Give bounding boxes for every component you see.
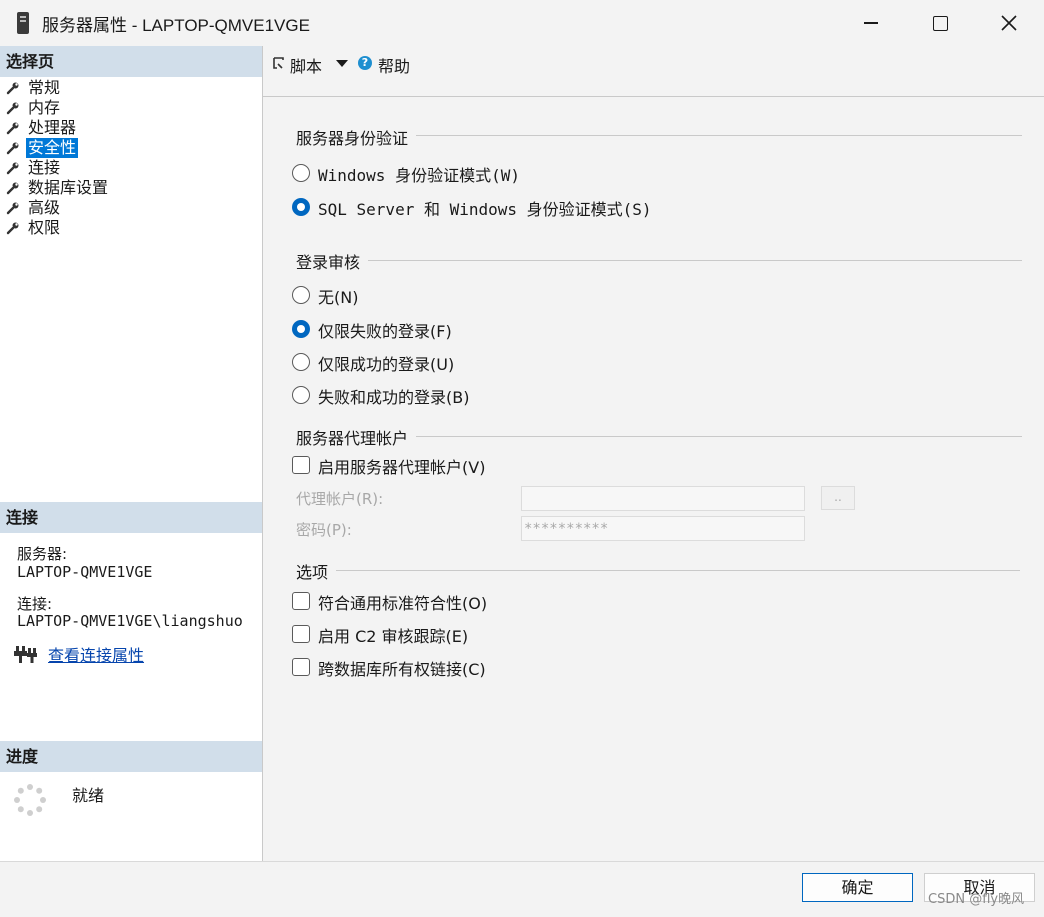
enable-proxy-checkbox[interactable] <box>292 456 310 474</box>
wrench-icon <box>6 162 19 175</box>
audit-failed-label[interactable]: 仅限失败的登录(F) <box>318 318 452 342</box>
server-value: LAPTOP-QMVE1VGE <box>17 563 153 581</box>
connection-value: LAPTOP-QMVE1VGE\liangshuo <box>17 612 243 630</box>
proxy-group-title: 服务器代理帐户 <box>296 425 417 449</box>
options-group-title: 选项 <box>296 559 337 583</box>
spinner-icon <box>14 784 46 816</box>
progress-status: 就绪 <box>72 786 105 805</box>
wrench-icon <box>6 202 19 215</box>
view-connection-properties-link[interactable]: 查看连接属性 <box>48 642 144 666</box>
server-label: 服务器: <box>17 545 68 563</box>
minimize-button[interactable] <box>836 0 906 46</box>
chevron-down-icon[interactable] <box>336 60 348 67</box>
mixed-auth-label[interactable]: SQL Server 和 Windows 身份验证模式(S) <box>318 196 652 220</box>
page-item-security[interactable]: 安全性 <box>6 138 79 158</box>
help-icon[interactable]: ? <box>358 56 372 70</box>
page-label: 内存 <box>28 98 61 117</box>
page-item-general[interactable]: 常规 <box>6 78 62 98</box>
minimize-icon <box>864 22 878 24</box>
wrench-icon <box>6 142 19 155</box>
page-label: 连接 <box>28 158 61 177</box>
connection-label: 连接: <box>17 595 53 613</box>
audit-both-radio[interactable] <box>292 386 310 404</box>
page-label: 处理器 <box>28 118 77 137</box>
audit-none-label[interactable]: 无(N) <box>318 284 358 308</box>
help-button[interactable]: 帮助 <box>378 53 410 77</box>
wrench-icon <box>6 82 19 95</box>
page-item-connections[interactable]: 连接 <box>6 158 62 178</box>
page-label: 安全性 <box>26 138 79 158</box>
audit-none-radio[interactable] <box>292 286 310 304</box>
progress-header: 进度 <box>0 741 262 772</box>
ok-button[interactable]: 确定 <box>802 873 913 902</box>
maximize-icon <box>932 15 948 31</box>
pages-header: 选择页 <box>0 46 262 77</box>
auth-group-title: 服务器身份验证 <box>296 125 417 149</box>
wrench-icon <box>6 102 19 115</box>
page-item-database-settings[interactable]: 数据库设置 <box>6 178 110 198</box>
mixed-auth-radio[interactable] <box>292 198 310 216</box>
audit-success-label[interactable]: 仅限成功的登录(U) <box>318 351 454 375</box>
page-item-processor[interactable]: 处理器 <box>6 118 78 138</box>
page-label: 权限 <box>28 218 61 237</box>
password-label: 密码(P): <box>296 521 352 539</box>
windows-auth-label[interactable]: Windows 身份验证模式(W) <box>318 162 520 186</box>
left-panel: 选择页 常规 内存 处理器 安全性 连接 数据库设置 高级 权限 连接 服务器:… <box>0 46 263 861</box>
c2-audit-label[interactable]: 启用 C2 审核跟踪(E) <box>318 623 468 647</box>
divider <box>296 260 1022 261</box>
common-criteria-label[interactable]: 符合通用标准符合性(O) <box>318 590 487 614</box>
page-label: 常规 <box>28 78 61 97</box>
wrench-icon <box>6 222 19 235</box>
wrench-icon <box>6 182 19 195</box>
password-input[interactable]: ********** <box>521 516 805 541</box>
browse-button[interactable]: .. <box>821 486 855 510</box>
cross-db-chaining-checkbox[interactable] <box>292 658 310 676</box>
page-item-advanced[interactable]: 高级 <box>6 198 62 218</box>
page-item-memory[interactable]: 内存 <box>6 98 62 118</box>
connection-header: 连接 <box>0 502 262 533</box>
divider <box>296 570 1020 571</box>
wrench-icon <box>6 122 19 135</box>
cross-db-chaining-label[interactable]: 跨数据库所有权链接(C) <box>318 656 486 680</box>
audit-both-label[interactable]: 失败和成功的登录(B) <box>318 384 469 408</box>
close-icon <box>1001 15 1017 31</box>
audit-group-title: 登录审核 <box>296 249 369 273</box>
script-button[interactable]: 脚本 <box>290 53 322 77</box>
page-item-permissions[interactable]: 权限 <box>6 218 62 238</box>
maximize-button[interactable] <box>905 0 975 46</box>
proxy-account-input[interactable] <box>521 486 805 511</box>
close-button[interactable] <box>974 0 1044 46</box>
enable-proxy-label[interactable]: 启用服务器代理帐户(V) <box>318 454 485 478</box>
page-label: 高级 <box>28 198 61 217</box>
script-icon <box>273 57 284 69</box>
c2-audit-checkbox[interactable] <box>292 625 310 643</box>
server-icon <box>17 12 29 34</box>
audit-failed-radio[interactable] <box>292 320 310 338</box>
windows-auth-radio[interactable] <box>292 164 310 182</box>
watermark: CSDN @fly晚风 <box>928 892 1025 907</box>
common-criteria-checkbox[interactable] <box>292 592 310 610</box>
audit-success-radio[interactable] <box>292 353 310 371</box>
plug-icon <box>14 646 37 663</box>
page-label: 数据库设置 <box>28 178 109 197</box>
window-title: 服务器属性 - LAPTOP-QMVE1VGE <box>42 16 310 35</box>
proxy-account-label: 代理帐户(R): <box>296 490 384 508</box>
